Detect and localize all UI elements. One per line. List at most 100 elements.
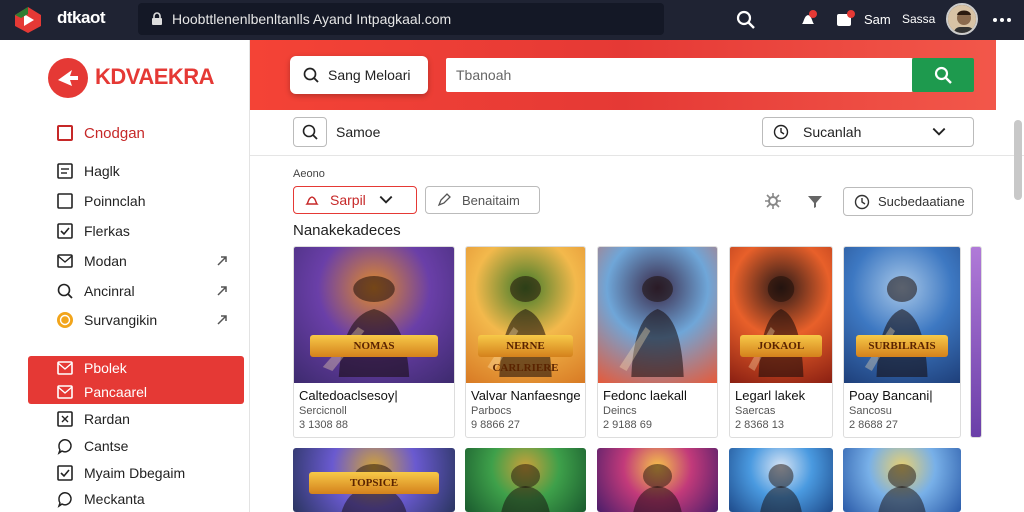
clock-icon [854,194,870,209]
sidebar-item-pancaarel[interactable]: Pancaarel [56,381,147,403]
coin-icon [57,312,73,328]
game-hero-figure [633,464,682,512]
square-icon [57,193,73,209]
game-hero-figure [864,276,928,377]
game-hero-figure [619,276,684,377]
hero-search-placeholder: Tbanoah [456,67,512,83]
filter-select[interactable]: Sarpil [293,186,417,214]
search-icon [57,283,73,299]
game-title: Valvar Nanfaesnge [471,388,581,403]
app-name: dtkaot [57,8,106,27]
filter-select-value: Sarpil [330,192,366,208]
game-price: 2 8368 13 [735,419,784,431]
game-card[interactable]: SURBILRAIS Poay Bancani| Sancosu 2 8688 27 [843,246,961,438]
game-card[interactable]: NERNE CARLRIERE Valvar Nanfaesnge Parbocs 9… [465,246,586,438]
sidebar-item-cantse[interactable]: Cantse [56,435,128,457]
x-square-icon [57,411,73,427]
lock-icon [152,12,162,25]
schedule-button[interactable]: Sucbedaatiane [843,187,973,216]
game-cover-art[interactable] [294,247,454,383]
mail-icon [57,361,73,375]
brand-arrow-icon [58,70,78,86]
expand-arrow-icon[interactable] [216,285,228,297]
sidebar-item-label: Survangikin [84,312,158,328]
chat-icon [57,439,72,455]
sidebar-item-label: Poinnclah [84,193,146,209]
sidebar-item-poinnclah[interactable]: Poinnclah [56,190,146,212]
notification-icon[interactable] [796,8,820,32]
search-icon [934,66,952,84]
more-icon[interactable] [990,8,1014,32]
expand-arrow-icon[interactable] [216,255,228,267]
url-text: Hoobttlenenlbenltanlls Ayand Intpagkaal.… [172,11,452,27]
game-cover-art[interactable] [730,247,832,383]
section-title: Nanakekadeces [293,222,401,239]
game-card-partial[interactable] [970,246,982,438]
avatar[interactable] [946,3,978,35]
game-card-row2[interactable] [465,448,586,512]
sidebar-item-ancinral[interactable]: Ancinral [56,280,227,302]
sidebar-item-flerkas[interactable]: Flerkas [56,220,130,242]
scrollbar-thumb[interactable] [1014,120,1022,200]
search-icon [303,67,319,83]
filter-button-label: Benaitaim [462,192,520,208]
game-card[interactable]: Fedonc laekall Deincs 2 9188 69 [597,246,718,438]
settings-icon[interactable] [763,192,783,210]
sidebar-item-pbolek[interactable]: Pbolek [56,357,127,379]
game-subtitle: Sercicnoll [299,405,347,417]
game-title-banner: SURBILRAIS [855,335,949,357]
game-card-row2[interactable] [597,448,718,512]
hero-search-button[interactable] [912,58,974,92]
sidebar-item-modan[interactable]: Modan [56,250,227,272]
filter-button[interactable]: Benaitaim [425,186,540,214]
game-card-row2[interactable]: TOPSICE [293,448,455,512]
game-card-row2[interactable] [843,448,961,512]
filter-funnel-icon[interactable] [805,192,825,210]
brand-logo[interactable] [48,58,88,98]
game-price: 9 8866 27 [471,419,520,431]
game-title-banner: JOKAOL [740,335,822,357]
game-hero-figure [878,464,926,512]
toolbar-search-button[interactable] [293,117,327,147]
sidebar-item-label: Myaim Dbegaim [84,465,186,481]
brand-logo-text: KDVAEKRA [95,64,215,89]
user-status[interactable]: Sassa [902,12,935,26]
clock-icon [773,124,789,140]
sidebar-section-label: Cnodgan [84,124,145,142]
sidebar-item-label: Modan [84,253,127,269]
search-icon[interactable] [734,8,758,32]
game-card-row2[interactable] [729,448,833,512]
sort-dropdown[interactable]: Sucanlah [762,117,974,147]
game-card[interactable]: NOMAS Caltedoaclsesoy| Sercicnoll 3 1308 88 [293,246,455,438]
sidebar-item-meckanta[interactable]: Meckanta [56,488,145,510]
user-name[interactable]: Sam [864,12,891,27]
game-cover-art[interactable] [598,247,717,383]
sidebar-item-label: Ancinral [84,283,135,299]
game-title: Poay Bancani| [849,388,933,403]
sidebar-item-label: Pancaarel [84,384,148,400]
schedule-button-label: Sucbedaatiane [878,194,965,209]
game-card[interactable]: JOKAOL Legarl lakek Saercas 2 8368 13 [729,246,833,438]
app-logo-icon[interactable] [14,6,42,34]
game-cover-art[interactable] [844,247,960,383]
sidebar-item-myaim-dbegaim[interactable]: Myaim Dbegaim [56,462,185,484]
game-hero-figure [748,276,804,377]
game-title: Fedonc laekall [603,388,687,403]
game-title-banner: TOPSICE [309,472,439,494]
sidebar-item-haglk[interactable]: Haglk [56,160,120,182]
sidebar-item-label: Haglk [84,163,120,179]
game-subtitle: Saercas [735,405,776,417]
mail-icon [57,254,73,268]
check-square-icon [57,223,73,239]
expand-arrow-icon[interactable] [216,314,228,326]
game-price: 3 1308 88 [299,419,348,431]
sidebar-section-title[interactable]: Cnodgan [56,122,145,144]
hero-search-pill[interactable]: Sang Meloari [290,56,428,94]
hero-search-input[interactable]: Tbanoah [446,58,913,92]
game-title: Caltedoaclsesoy| [299,388,398,403]
sidebar-item-survangikin[interactable]: Survangikin [56,309,227,331]
address-bar[interactable]: Hoobttlenenlbenltanlls Ayand Intpagkaal.… [138,3,664,35]
game-title-banner: NERNE CARLRIERE [477,335,574,374]
messages-icon[interactable] [834,8,858,32]
sidebar-item-rardan[interactable]: Rardan [56,408,130,430]
